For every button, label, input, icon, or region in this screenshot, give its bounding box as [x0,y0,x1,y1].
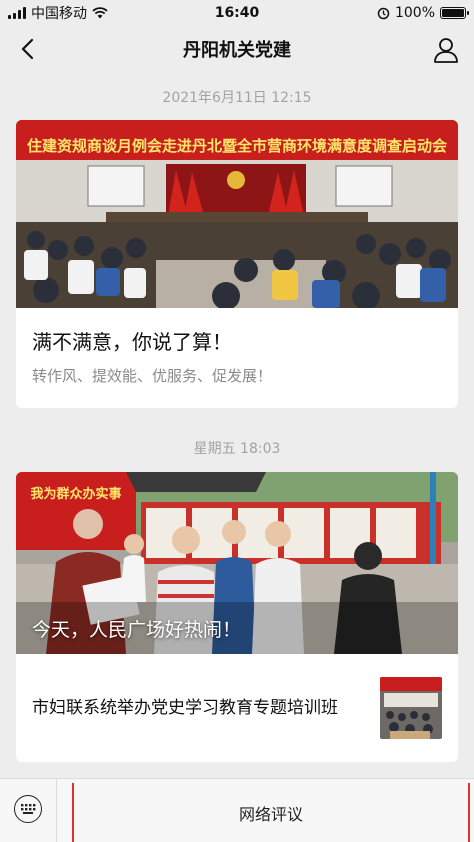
profile-button[interactable] [432,36,460,64]
chevron-left-icon [21,38,34,60]
article-title: 满不满意，你说了算！ [32,330,232,354]
battery-label: 100% [394,5,435,21]
sub-article-title: 市妇联系统举办党史学习教育专题培训班 [32,698,338,718]
image-caption: 今天，人民广场好热闹！ [32,619,242,641]
menu-divider [56,779,57,842]
keyboard-toggle-button[interactable] [14,795,42,823]
message-timestamp: 2021年6月11日 12:15 [162,90,312,106]
bottom-menu-bar: 网络评议 [0,778,474,842]
status-left: 中国移动 [8,3,108,23]
message-timestamp: 星期五 18:03 [193,441,281,457]
nav-bar: 丹阳机关党建 [0,26,474,72]
article-card[interactable]: 住建资规商谈月例会走进丹北暨全市营商环境满意度调查启动会 满不满意，你说了算！ … [16,120,458,408]
user-icon [434,38,458,63]
sub-article-thumbnail [380,677,442,739]
article-subtitle: 转作风、提效能、优服务、促发展！ [32,367,273,385]
meeting-photo: 住建资规商谈月例会走进丹北暨全市营商环境满意度调查启动会 [16,120,458,308]
battery-icon [440,7,469,19]
page-title: 丹阳机关党建 [183,40,291,61]
signal-icon [8,7,26,19]
banner-slogan: 我为群众办实事 [30,486,121,502]
keyboard-icon [21,804,36,814]
back-button[interactable] [14,36,40,62]
status-right: 100% [377,5,469,21]
banner-slogan: 住建资规商谈月例会走进丹北暨全市营商环境满意度调查启动会 [27,137,447,155]
carrier-label: 中国移动 [31,6,87,22]
sub-article[interactable]: 市妇联系统举办党史学习教育专题培训班 [16,654,458,762]
article-card[interactable]: 我为群众办实事 今天，人民广场好热闹！ 市妇联系统举办党史学习教育专题培训班 [16,472,458,762]
wifi-icon [92,7,108,19]
article-cover-image[interactable]: 我为群众办实事 今天，人民广场好热闹！ [16,472,458,654]
alarm-icon [377,7,390,19]
status-bar: 中国移动 16:40 100% [0,0,474,26]
article-cover-image: 住建资规商谈月例会走进丹北暨全市营商环境满意度调查启动会 [16,120,458,308]
menu-item-network-review[interactable]: 网络评议 [72,783,470,842]
